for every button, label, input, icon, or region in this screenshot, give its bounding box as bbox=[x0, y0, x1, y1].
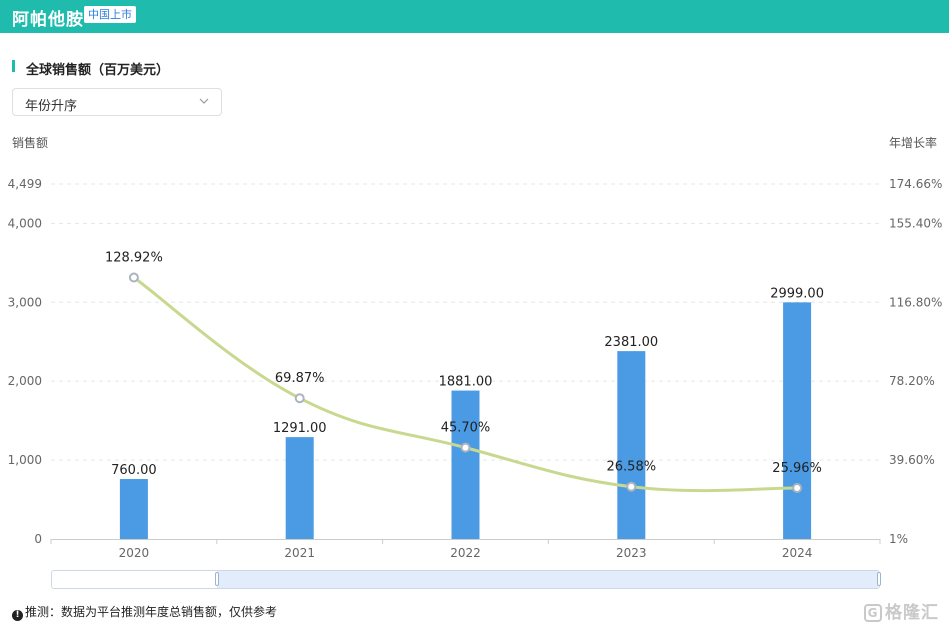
y2-tick-label: 39.60% bbox=[889, 453, 935, 467]
y2-tick-label: 78.20% bbox=[889, 374, 935, 388]
x-tick-label: 2023 bbox=[616, 546, 647, 560]
growth-value-label: 26.58% bbox=[607, 460, 657, 475]
sales-chart: 0 1,000 2,000 3,000 4,000 4,499 1% 39.60% 78.20… bbox=[8, 177, 943, 560]
bar-value-label: 2381.00 bbox=[604, 335, 658, 350]
x-tick-label: 2020 bbox=[119, 546, 150, 560]
growth-value-label: 45.70% bbox=[441, 421, 491, 436]
bar-value-label: 1881.00 bbox=[439, 375, 493, 390]
y2-tick-label: 1% bbox=[889, 532, 908, 546]
growth-value-label: 69.87% bbox=[275, 371, 325, 386]
x-axis: 2020 2021 2022 2023 2024 bbox=[50, 539, 881, 560]
x-tick-label: 2024 bbox=[782, 546, 813, 560]
y-tick-label: 4,000 bbox=[8, 216, 42, 230]
y2-tick-label: 116.80% bbox=[889, 295, 942, 309]
bar bbox=[285, 437, 314, 539]
growth-point bbox=[128, 272, 139, 283]
y2-tick-label: 155.40% bbox=[889, 216, 942, 230]
y2-tick-label: 174.66% bbox=[889, 177, 942, 191]
bar-value-label: 760.00 bbox=[111, 463, 157, 478]
y-tick-label: 4,499 bbox=[8, 177, 42, 191]
bar-value-label: 1291.00 bbox=[273, 421, 327, 436]
watermark: G 格隆汇 bbox=[864, 598, 939, 623]
bar bbox=[617, 351, 646, 539]
bar bbox=[783, 302, 812, 539]
y-axis-ticks: 0 1,000 2,000 3,000 4,000 4,499 bbox=[8, 177, 42, 546]
footnote: ! 推测：数据为平台推测年度总销售额，仅供参考 bbox=[12, 603, 277, 621]
watermark-logo: G bbox=[864, 604, 882, 622]
x-tick-label: 2022 bbox=[450, 546, 481, 560]
y2-axis-ticks: 1% 39.60% 78.20% 116.80% 155.40% 174.66% bbox=[889, 177, 942, 546]
y-tick-label: 1,000 bbox=[8, 453, 42, 467]
x-tick-label: 2021 bbox=[284, 546, 315, 560]
growth-value-label: 25.96% bbox=[772, 461, 822, 476]
y-tick-label: 3,000 bbox=[8, 295, 42, 309]
y-tick-label: 0 bbox=[34, 532, 42, 546]
range-slider-left-handle[interactable] bbox=[215, 572, 219, 586]
bar-value-label: 2999.00 bbox=[770, 286, 824, 301]
growth-point bbox=[460, 442, 471, 453]
growth-point bbox=[626, 481, 637, 492]
watermark-text: 格隆汇 bbox=[885, 603, 939, 623]
bar bbox=[119, 479, 148, 539]
range-slider-right-handle[interactable] bbox=[877, 572, 881, 586]
range-slider-selection[interactable] bbox=[217, 571, 879, 588]
y-tick-label: 2,000 bbox=[8, 374, 42, 388]
growth-point bbox=[294, 393, 305, 404]
bar bbox=[451, 390, 480, 539]
info-icon: ! bbox=[12, 610, 23, 621]
footnote-text: 推测：数据为平台推测年度总销售额，仅供参考 bbox=[25, 605, 278, 619]
growth-point bbox=[792, 482, 803, 493]
growth-value-label: 128.92% bbox=[105, 251, 163, 266]
